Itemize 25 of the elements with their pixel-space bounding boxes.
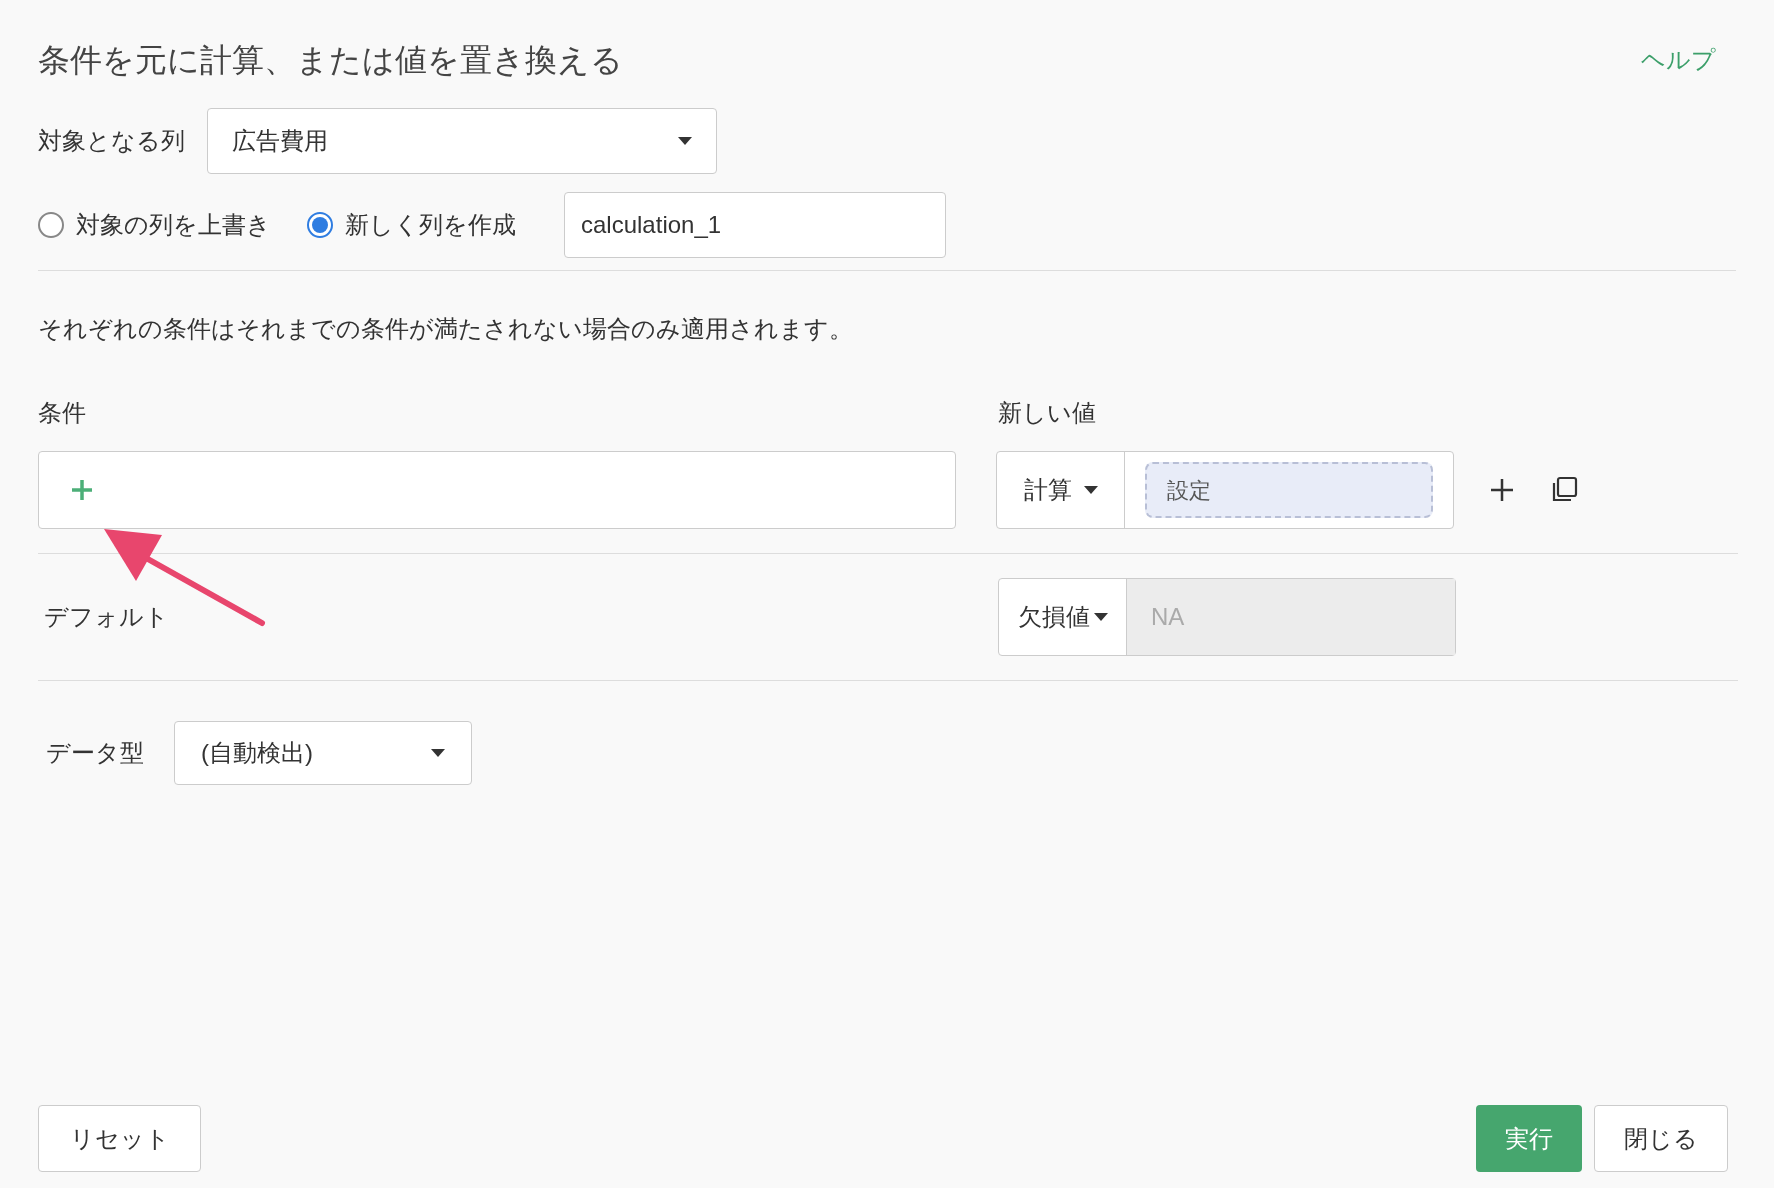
data-type-select[interactable]: (自動検出): [174, 721, 472, 785]
setting-button[interactable]: 設定: [1145, 462, 1433, 518]
radio-button[interactable]: [307, 212, 333, 238]
plus-icon[interactable]: [71, 479, 93, 501]
close-button[interactable]: 閉じる: [1594, 1105, 1728, 1172]
column-name-field[interactable]: calculation_1: [564, 192, 946, 258]
field-label: データ型: [45, 738, 144, 768]
column-heading: 条件: [38, 398, 87, 428]
reset-button[interactable]: リセット: [38, 1105, 201, 1172]
value-type-select[interactable]: 計算: [997, 452, 1125, 528]
add-icon[interactable]: [1490, 478, 1514, 502]
radio-label: 新しく列を作成: [345, 210, 516, 240]
field-label: 対象となる列: [38, 126, 185, 156]
radio-label: 対象の列を上書き: [76, 210, 271, 240]
default-label: デフォルト: [43, 602, 170, 632]
column-heading: 新しい値: [998, 398, 1096, 428]
copy-icon[interactable]: [1550, 476, 1578, 504]
column-select[interactable]: 広告費用: [207, 108, 717, 174]
radio-button[interactable]: [38, 212, 64, 238]
caret-icon: [431, 749, 445, 757]
caret-icon: [1083, 486, 1098, 494]
caret-icon: [678, 137, 692, 145]
note-text: それぞれの条件はそれまでの条件が満たされない場合のみ適用されます。: [38, 314, 854, 344]
dialog-title: 条件を元に計算、または値を置き換える: [38, 41, 623, 80]
condition-field[interactable]: [38, 451, 956, 529]
